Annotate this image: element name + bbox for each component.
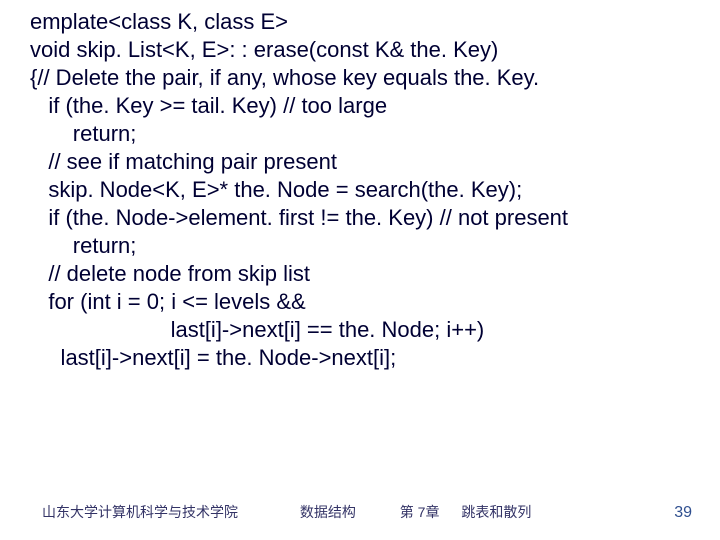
code-line: last[i]->next[i] = the. Node->next[i]; [30, 345, 396, 370]
code-line: last[i]->next[i] == the. Node; i++) [30, 317, 484, 342]
footer-org: 山东大学计算机科学与技术学院 [42, 502, 238, 522]
code-line: skip. Node<K, E>* the. Node = search(the… [30, 177, 522, 202]
code-block: emplate<class K, class E> void skip. Lis… [30, 8, 690, 372]
code-line: return; [30, 121, 136, 146]
code-line: if (the. Node->element. first != the. Ke… [30, 205, 568, 230]
footer-course: 数据结构 [300, 502, 356, 522]
code-line: void skip. List<K, E>: : erase(const K& … [30, 37, 498, 62]
footer-topic: 跳表和散列 [461, 502, 531, 522]
slide-footer: 山东大学计算机科学与技术学院 数据结构 第 7章 跳表和散列 [0, 502, 720, 522]
code-line: if (the. Key >= tail. Key) // too large [30, 93, 387, 118]
code-line: {// Delete the pair, if any, whose key e… [30, 65, 539, 90]
code-line: emplate<class K, class E> [30, 9, 288, 34]
code-line: return; [30, 233, 136, 258]
code-line: for (int i = 0; i <= levels && [30, 289, 306, 314]
footer-chapter: 第 7章 [400, 502, 440, 522]
code-line: // delete node from skip list [30, 261, 310, 286]
code-line: // see if matching pair present [30, 149, 337, 174]
page-number: 39 [674, 504, 692, 522]
